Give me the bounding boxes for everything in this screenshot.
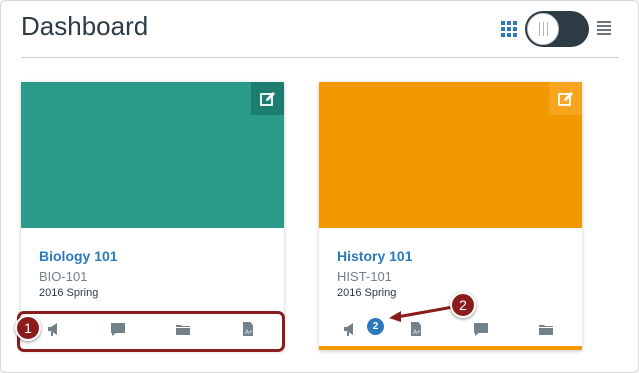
dashboard-window: Dashboard Biology 101 BIO-101 2016 Sprin… [0, 0, 639, 373]
callout-arrow [389, 305, 454, 322]
header-divider [21, 57, 619, 58]
course-code: BIO-101 [39, 269, 88, 284]
discussions-icon[interactable] [472, 320, 490, 338]
edit-card-button[interactable] [251, 82, 284, 115]
pencil-icon [557, 91, 573, 106]
course-card-biology: Biology 101 BIO-101 2016 Spring A+ [21, 82, 284, 350]
page-title: Dashboard [21, 11, 149, 41]
toggle-knob[interactable] [527, 13, 559, 45]
view-toggle[interactable] [525, 11, 589, 47]
course-code: HIST-101 [337, 269, 392, 284]
edit-card-button[interactable] [549, 82, 582, 115]
course-card-hero[interactable] [21, 82, 284, 228]
announcements-icon[interactable] [341, 320, 359, 338]
course-name-link[interactable]: Biology 101 [39, 248, 118, 264]
course-term: 2016 Spring [39, 287, 99, 299]
callout-highlight-box [17, 311, 285, 352]
card-action-bar: 2 A+ [319, 318, 582, 342]
list-view-icon[interactable] [597, 21, 611, 35]
pencil-icon [259, 91, 275, 106]
grid-view-icon[interactable] [501, 21, 517, 37]
files-icon[interactable] [537, 320, 555, 338]
grades-icon[interactable]: A+ [407, 320, 425, 338]
callout-marker-1: 1 [15, 315, 41, 341]
callout-marker-2: 2 [450, 292, 476, 318]
svg-text:A+: A+ [413, 330, 421, 336]
course-name-link[interactable]: History 101 [337, 248, 412, 264]
course-card-hero[interactable] [319, 82, 582, 228]
